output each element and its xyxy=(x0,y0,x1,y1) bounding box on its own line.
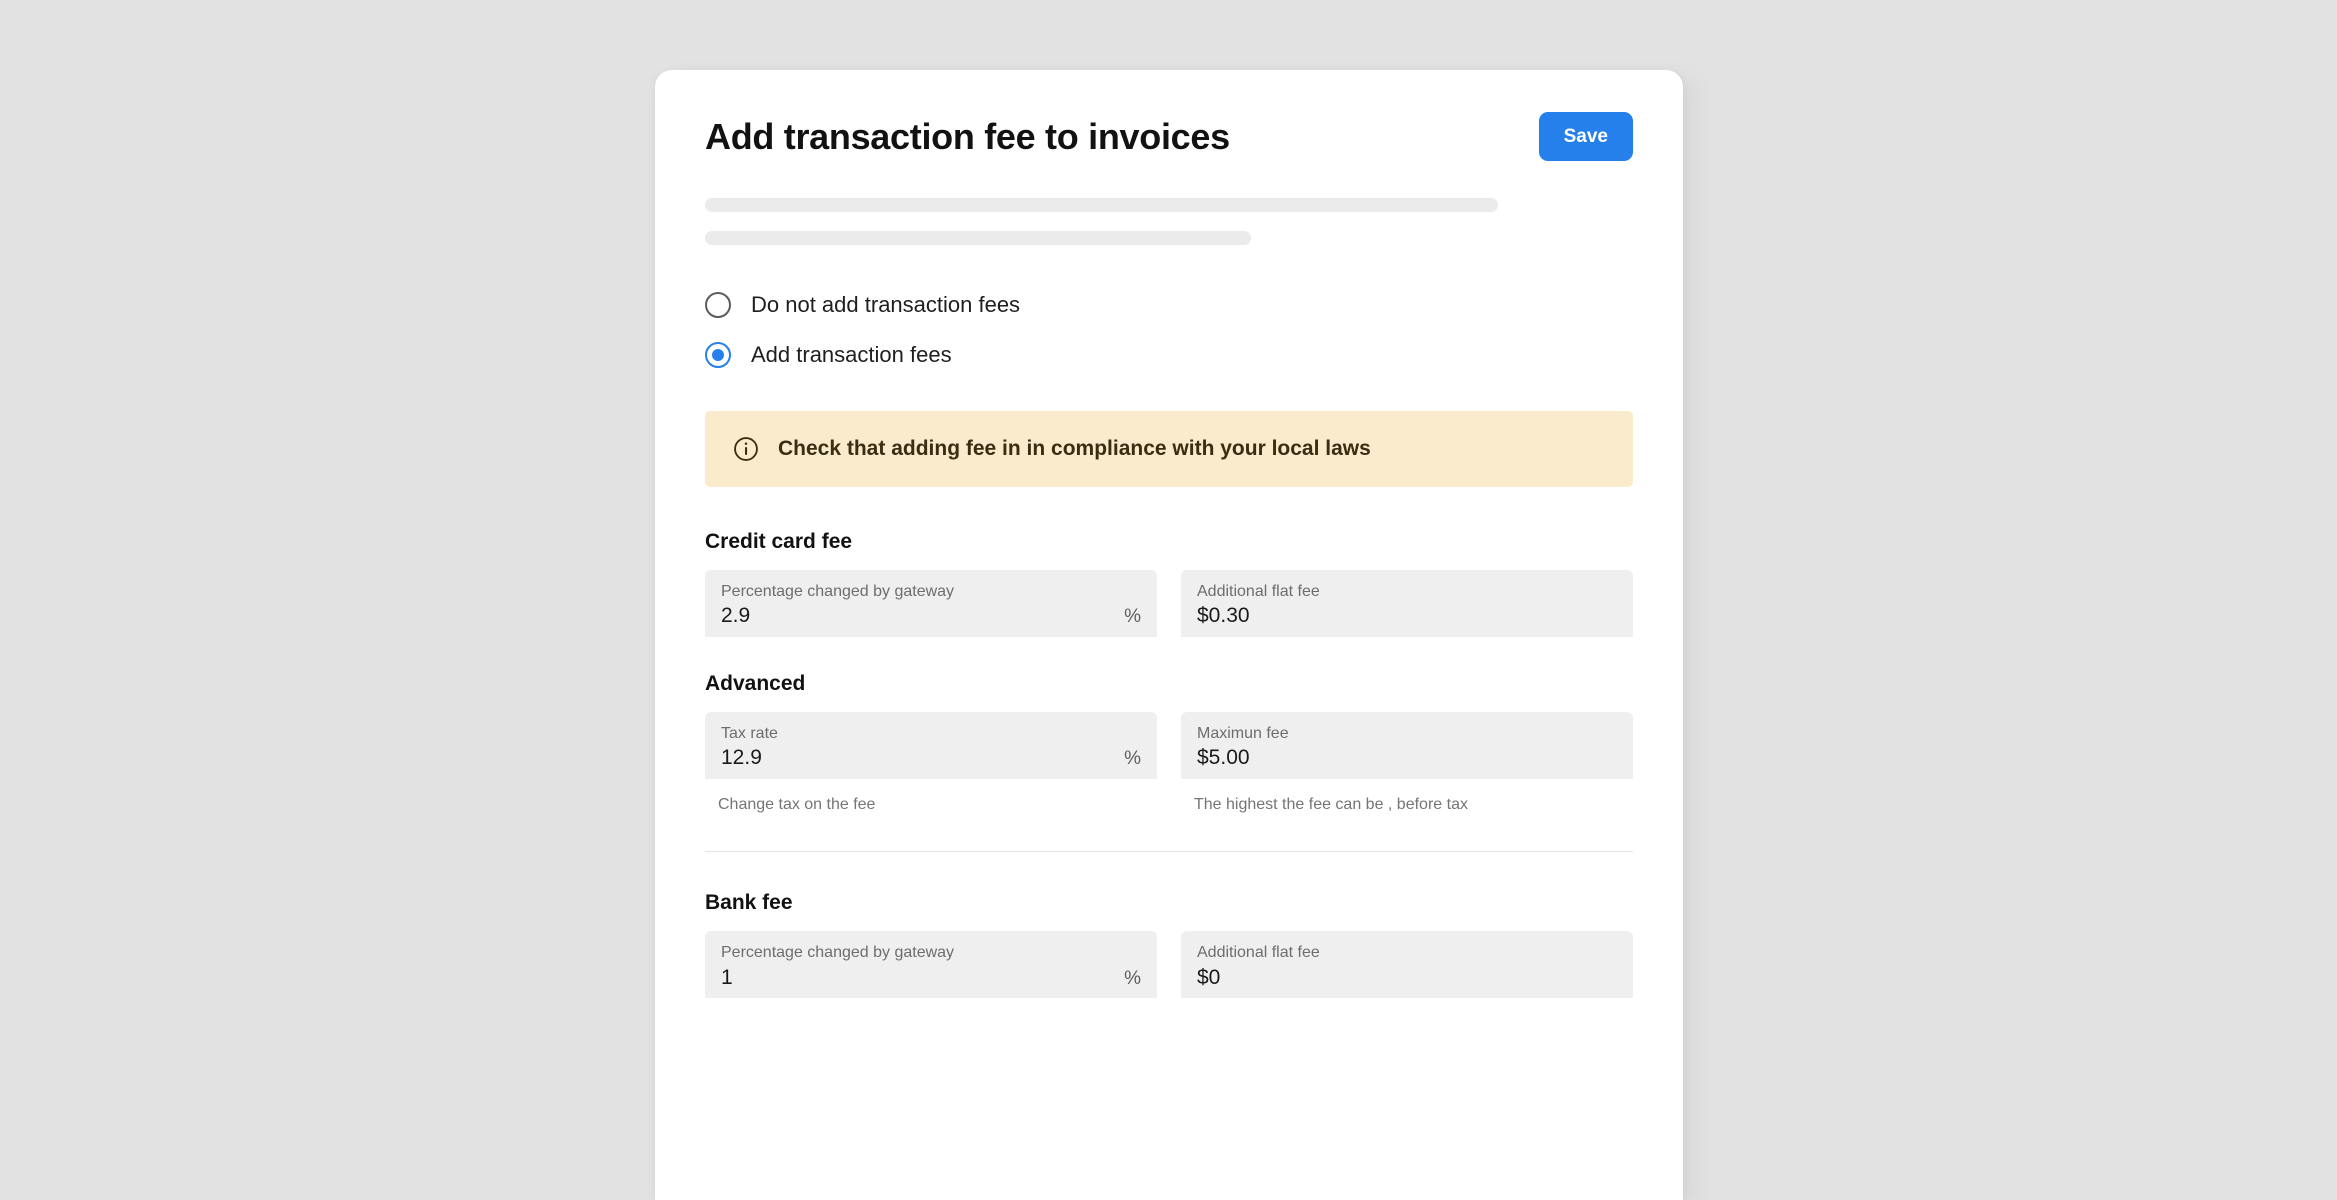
maximum-fee-column: Maximun fee $5.00 The highest the fee ca… xyxy=(1181,712,1633,814)
page-title: Add transaction fee to invoices xyxy=(705,115,1230,157)
section-title-credit-card-fee: Credit card fee xyxy=(705,530,853,553)
credit-card-flat-fee-value-row: $0.30 xyxy=(1197,604,1617,627)
credit-card-percentage-value: 2.9 xyxy=(721,604,751,628)
section-title-advanced: Advanced xyxy=(705,672,806,695)
radio-icon-selected[interactable] xyxy=(705,342,731,368)
bank-flat-fee-value-row: $0 xyxy=(1197,966,1617,989)
credit-card-flat-fee-column: Additional flat fee $0.30 xyxy=(1181,570,1633,637)
radio-option-do-not-add-fees[interactable]: Do not add transaction fees xyxy=(705,292,1633,318)
tax-rate-value-row: 12.9 % xyxy=(721,746,1141,770)
tax-rate-suffix: % xyxy=(1124,748,1141,770)
bank-percentage-label: Percentage changed by gateway xyxy=(721,944,955,962)
placeholder-line-1 xyxy=(705,198,1498,212)
credit-card-flat-fee-value: $0.30 xyxy=(1197,604,1250,628)
advanced-fields: Tax rate 12.9 % Change tax on the fee Ma… xyxy=(705,712,1633,814)
maximum-fee-label: Maximun fee xyxy=(1197,725,1289,742)
bank-percentage-column: Percentage changed by gateway 1 % xyxy=(705,931,1157,999)
credit-card-percentage-suffix: % xyxy=(1124,606,1141,628)
radio-option-add-fees[interactable]: Add transaction fees xyxy=(705,342,1633,368)
tax-rate-column: Tax rate 12.9 % Change tax on the fee xyxy=(705,712,1157,814)
bank-flat-fee-label: Additional flat fee xyxy=(1197,944,1320,962)
radio-label-add-fees: Add transaction fees xyxy=(751,342,952,367)
bank-flat-fee-value: $0 xyxy=(1197,965,1221,989)
bank-percentage-value: 1 xyxy=(721,965,733,989)
card-header: Add transaction fee to invoices Save xyxy=(705,70,1633,161)
credit-card-flat-fee-field[interactable]: Additional flat fee $0.30 xyxy=(1181,570,1633,637)
radio-label-do-not-add-fees: Do not add transaction fees xyxy=(751,292,1021,317)
bank-percentage-suffix: % xyxy=(1124,967,1141,989)
credit-card-fee-fields: Percentage changed by gateway 2.9 % Addi… xyxy=(705,570,1633,637)
info-circle-icon xyxy=(734,437,758,461)
credit-card-flat-fee-label: Additional flat fee xyxy=(1197,583,1320,600)
bank-percentage-value-row: 1 % xyxy=(721,966,1141,990)
section-divider xyxy=(705,851,1633,853)
section-title-bank-fee: Bank fee xyxy=(705,891,793,915)
bank-flat-fee-column: Additional flat fee $0 xyxy=(1181,931,1633,999)
tax-rate-value: 12.9 xyxy=(721,746,762,770)
credit-card-percentage-column: Percentage changed by gateway 2.9 % xyxy=(705,570,1157,637)
maximum-fee-help-text: The highest the fee can be , before tax xyxy=(1194,796,1468,813)
settings-card: Add transaction fee to invoices Save Do … xyxy=(655,70,1683,1200)
maximum-fee-value-row: $5.00 xyxy=(1197,746,1617,769)
bank-flat-fee-field[interactable]: Additional flat fee $0 xyxy=(1181,931,1633,999)
bank-percentage-field[interactable]: Percentage changed by gateway 1 % xyxy=(705,931,1157,999)
card-content: Add transaction fee to invoices Save Do … xyxy=(705,70,1633,1200)
credit-card-percentage-label: Percentage changed by gateway xyxy=(721,583,955,600)
tax-rate-label: Tax rate xyxy=(721,725,778,742)
bank-fee-fields: Percentage changed by gateway 1 % Additi… xyxy=(705,931,1633,999)
credit-card-percentage-field[interactable]: Percentage changed by gateway 2.9 % xyxy=(705,570,1157,637)
credit-card-percentage-value-row: 2.9 % xyxy=(721,604,1141,628)
description-placeholder xyxy=(705,198,1633,245)
maximum-fee-value: $5.00 xyxy=(1197,746,1250,770)
compliance-info-banner: Check that adding fee in in compliance w… xyxy=(705,411,1633,487)
placeholder-line-2 xyxy=(705,231,1251,245)
radio-icon-unselected[interactable] xyxy=(705,292,731,318)
maximum-fee-field[interactable]: Maximun fee $5.00 xyxy=(1181,712,1633,779)
save-button[interactable]: Save xyxy=(1538,112,1633,161)
compliance-banner-text: Check that adding fee in in compliance w… xyxy=(778,437,1371,461)
tax-rate-help-text: Change tax on the fee xyxy=(718,796,876,813)
transaction-fee-radio-group: Do not add transaction fees Add transact… xyxy=(705,292,1633,368)
tax-rate-field[interactable]: Tax rate 12.9 % xyxy=(705,712,1157,779)
